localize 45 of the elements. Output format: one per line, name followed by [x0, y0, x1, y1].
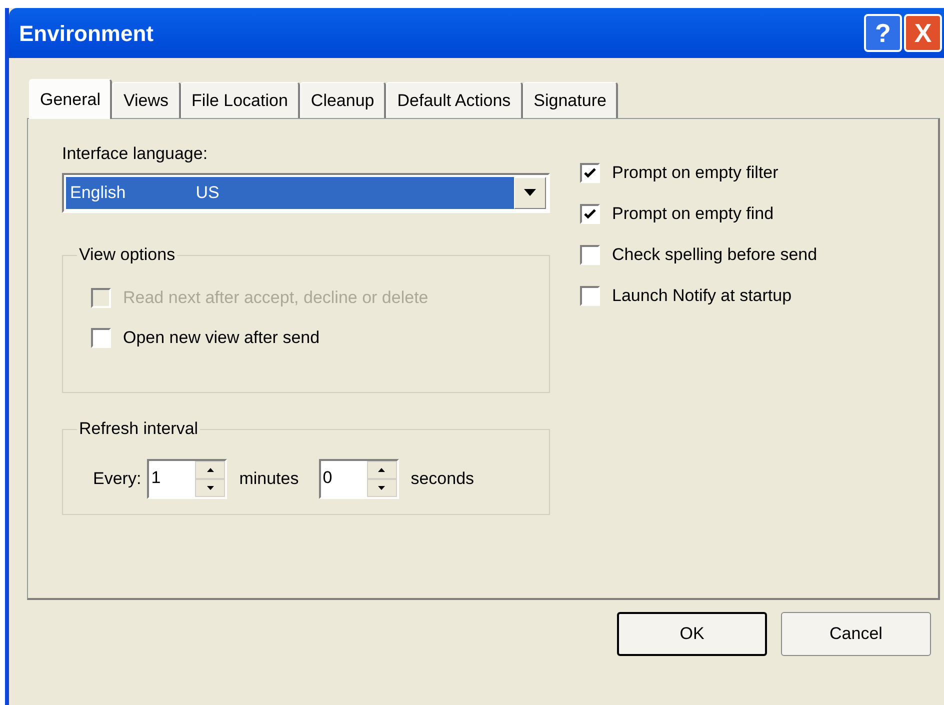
caret-up-icon: [378, 468, 386, 472]
cancel-button[interactable]: Cancel: [781, 612, 931, 656]
spin-up-button[interactable]: [195, 460, 226, 478]
checkmark-icon: [584, 168, 596, 178]
minutes-label: minutes: [239, 468, 299, 490]
tab[interactable]: File Location: [180, 82, 300, 118]
checkmark-icon: [584, 209, 596, 219]
region-value: US: [196, 182, 220, 204]
language-value: English: [70, 182, 126, 204]
every-label: Every:: [93, 468, 142, 490]
caret-down-icon: [524, 189, 536, 196]
help-button[interactable]: ?: [864, 14, 902, 52]
dropdown-button[interactable]: [514, 176, 546, 208]
interface-language-label: Interface language:: [62, 143, 209, 165]
ok-button[interactable]: OK: [617, 612, 767, 656]
tab[interactable]: Views: [112, 82, 181, 118]
checkbox[interactable]: [580, 245, 600, 265]
checkbox-label: Read next after accept, decline or delete: [123, 286, 428, 309]
spin-value: 0: [322, 466, 334, 488]
checkbox[interactable]: [91, 328, 111, 348]
minutes-spinner[interactable]: 1: [147, 458, 228, 498]
spin-down-button[interactable]: [195, 478, 226, 496]
tab[interactable]: Signature: [522, 82, 618, 118]
checkbox-label: Prompt on empty find: [612, 203, 774, 226]
close-button[interactable]: X: [904, 14, 942, 52]
spin-down-button[interactable]: [366, 478, 397, 496]
checkbox[interactable]: [580, 286, 600, 306]
checkbox-label: Prompt on empty filter: [612, 162, 778, 184]
checkbox-label: Open new view after send: [123, 326, 320, 349]
tab[interactable]: Cleanup: [300, 82, 386, 118]
seconds-spinner[interactable]: 0: [318, 458, 399, 498]
checkbox[interactable]: [580, 204, 600, 224]
language-dropdown[interactable]: English US: [62, 172, 550, 212]
checkbox[interactable]: [580, 163, 600, 183]
spin-value: 1: [150, 466, 162, 488]
spin-up-button[interactable]: [366, 460, 397, 478]
caret-down-icon: [378, 486, 386, 490]
seconds-label: seconds: [410, 468, 474, 490]
tab[interactable]: Default Actions: [386, 82, 523, 118]
window-title: Environment: [19, 20, 154, 48]
caret-down-icon: [206, 486, 214, 490]
checkbox-label: Launch Notify at startup: [612, 285, 792, 308]
checkbox-label: Check spelling before send: [612, 244, 818, 266]
tab[interactable]: General: [29, 79, 112, 119]
caret-up-icon: [206, 468, 214, 472]
